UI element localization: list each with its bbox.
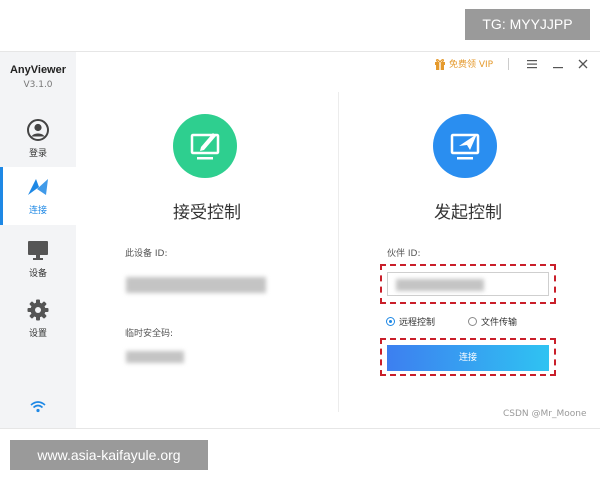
url-watermark: www.asia-kaifayule.org <box>10 440 208 470</box>
partner-id-label: 伙伴 ID: <box>387 249 421 259</box>
monitor-send-icon <box>450 133 480 160</box>
initiate-control-badge <box>433 114 497 178</box>
accept-control-title: 接受控制 <box>173 203 241 223</box>
radio-label: 文件传输 <box>481 318 518 328</box>
sidebar-item-settings[interactable]: 设置 <box>0 290 76 348</box>
app-name: AnyViewer <box>9 64 67 76</box>
monitor-icon <box>28 241 48 260</box>
app-version: V3.1.0 <box>23 80 53 90</box>
temp-code-value <box>126 351 184 363</box>
close-icon[interactable] <box>575 56 591 72</box>
radio-remote-control[interactable]: 远程控制 <box>386 315 435 328</box>
sidebar-item-connect[interactable]: 连接 <box>0 167 76 225</box>
connect-button[interactable]: 连接 <box>387 345 549 371</box>
sidebar: AnyViewer V3.1.0 登录 连接 设备 设置 <box>0 52 76 428</box>
free-vip-link[interactable]: 免费领 VIP <box>434 57 493 71</box>
menu-icon[interactable] <box>524 56 540 72</box>
radio-file-transfer[interactable]: 文件传输 <box>468 315 517 328</box>
sidebar-item-label: 设备 <box>28 269 47 279</box>
partner-id-input[interactable] <box>387 272 549 296</box>
title-separator <box>508 58 509 70</box>
temp-code-label: 临时安全码: <box>125 329 174 339</box>
tg-watermark: TG: MYYJJPP <box>465 9 590 40</box>
csdn-watermark: CSDN @Mr_Moone <box>503 409 587 419</box>
sidebar-item-label: 连接 <box>28 206 47 216</box>
sidebar-item-label: 登录 <box>28 149 47 159</box>
gift-icon <box>435 58 445 70</box>
user-icon <box>27 119 49 141</box>
minimize-icon[interactable] <box>550 56 566 72</box>
monitor-pen-icon <box>190 133 220 160</box>
panel-divider <box>338 92 339 412</box>
initiate-control-title: 发起控制 <box>434 203 502 223</box>
gear-icon <box>27 299 49 321</box>
sidebar-item-login[interactable]: 登录 <box>0 110 76 168</box>
radio-dot <box>386 317 395 326</box>
partner-id-value <box>396 279 484 291</box>
accept-control-badge <box>173 114 237 178</box>
connect-icon <box>28 179 48 195</box>
wifi-icon <box>30 401 46 413</box>
sidebar-item-label: 设置 <box>28 329 47 339</box>
device-id-value <box>126 277 266 293</box>
radio-label: 远程控制 <box>399 318 436 328</box>
device-id-label: 此设备 ID: <box>125 249 168 259</box>
app-window: AnyViewer V3.1.0 登录 连接 设备 设置 免费领 VIP 接受控… <box>0 51 600 429</box>
title-bar: 免费领 VIP <box>76 52 600 76</box>
sidebar-item-devices[interactable]: 设备 <box>0 230 76 288</box>
vip-label: 免费领 VIP <box>449 60 494 70</box>
radio-dot <box>468 317 477 326</box>
